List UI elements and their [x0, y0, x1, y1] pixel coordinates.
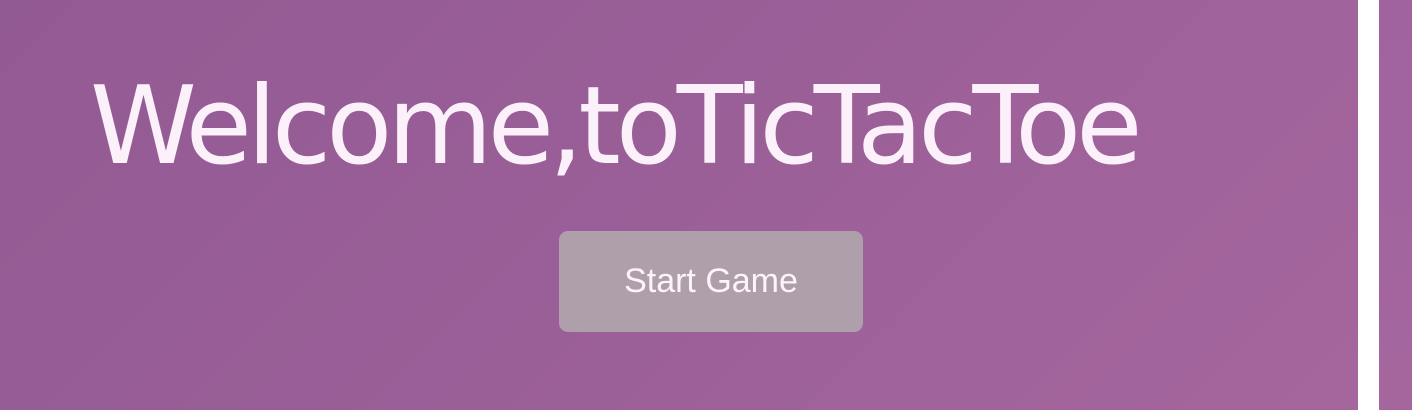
welcome-title: Welcome,toTicTacToe: [90, 64, 1143, 189]
side-panel: [1379, 0, 1412, 410]
welcome-screen: Welcome,toTicTacToe Start Game: [0, 0, 1358, 410]
start-game-button[interactable]: Start Game: [559, 231, 863, 332]
divider: [1358, 0, 1379, 410]
